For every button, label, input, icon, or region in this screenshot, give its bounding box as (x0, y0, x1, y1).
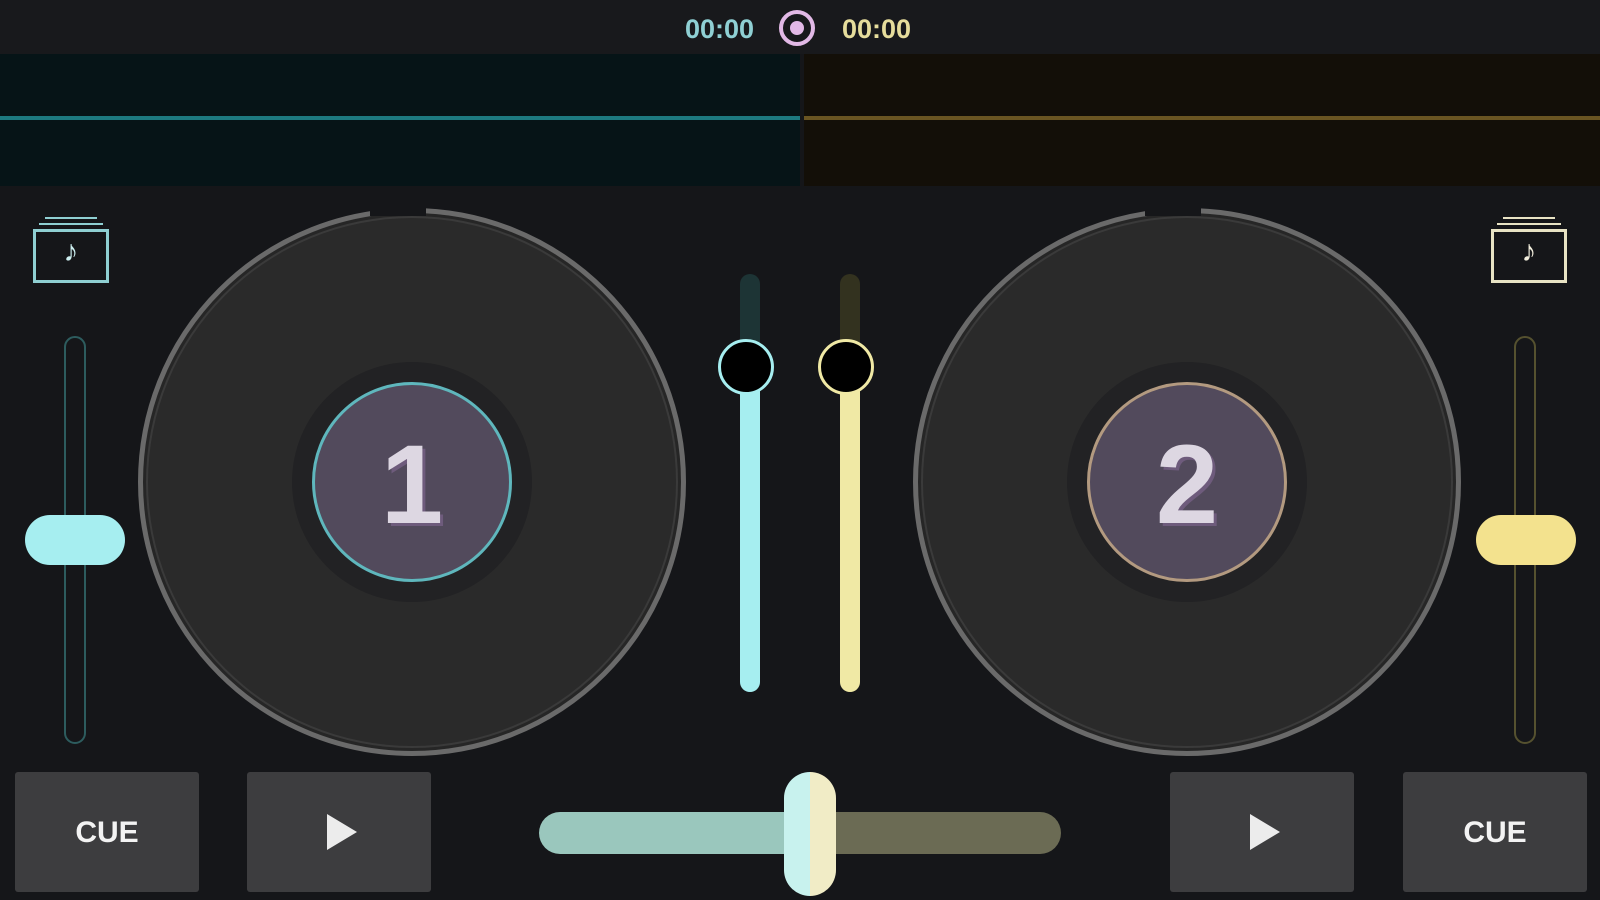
crossfader-handle[interactable] (784, 772, 837, 896)
deck-a-library-button[interactable]: ♪ (33, 215, 109, 283)
play-icon (327, 814, 357, 850)
deck-a-turntable[interactable]: 1 (138, 206, 686, 756)
deck-b-volume-fill (840, 367, 860, 692)
library-stack-line (1503, 217, 1555, 219)
crossfader-left-fill (539, 812, 811, 854)
turntable-notch (370, 206, 426, 216)
deck-b-waveform-line (804, 116, 1600, 120)
deck-a-pitch-handle[interactable] (25, 515, 125, 565)
deck-a-volume-knob[interactable] (718, 339, 774, 396)
deck-a-time: 00:00 (685, 14, 755, 44)
record-dot (790, 21, 804, 35)
music-note-icon: ♪ (63, 235, 79, 268)
deck-b-turntable[interactable]: 2 (913, 206, 1461, 756)
deck-a-number: 1 (380, 422, 444, 547)
deck-a-waveform[interactable] (0, 54, 800, 186)
deck-b-volume-knob[interactable] (818, 339, 874, 396)
library-stack-line (1497, 223, 1561, 225)
deck-a-volume-fill (740, 367, 760, 692)
library-stack-line (45, 217, 97, 219)
crossfader-handle-right (810, 772, 837, 896)
deck-b-number: 2 (1155, 422, 1219, 547)
deck-a-volume-fader[interactable] (718, 274, 774, 692)
crossfader-right-fill (810, 812, 1061, 854)
deck-b-time: 00:00 (842, 14, 912, 44)
deck-a-label: 1 (312, 382, 512, 582)
deck-b-cue-button[interactable]: CUE (1403, 772, 1587, 892)
turntable-notch (1145, 206, 1201, 216)
deck-b-volume-fader[interactable] (818, 274, 874, 692)
deck-a-play-button[interactable] (247, 772, 431, 892)
record-icon[interactable] (779, 10, 815, 46)
deck-b-play-button[interactable] (1170, 772, 1354, 892)
top-bar: 00:00 00:00 (0, 0, 1600, 54)
deck-b-pitch-handle[interactable] (1476, 515, 1576, 565)
cue-label: CUE (75, 816, 139, 849)
library-stack-line (39, 223, 103, 225)
deck-a-waveform-line (0, 116, 800, 120)
deck-b-library-button[interactable]: ♪ (1491, 215, 1567, 283)
deck-b-waveform[interactable] (804, 54, 1600, 186)
play-icon (1250, 814, 1280, 850)
music-note-icon: ♪ (1521, 235, 1537, 268)
cue-label: CUE (1463, 816, 1527, 849)
crossfader-handle-left (784, 772, 811, 896)
deck-b-label: 2 (1087, 382, 1287, 582)
deck-a-cue-button[interactable]: CUE (15, 772, 199, 892)
